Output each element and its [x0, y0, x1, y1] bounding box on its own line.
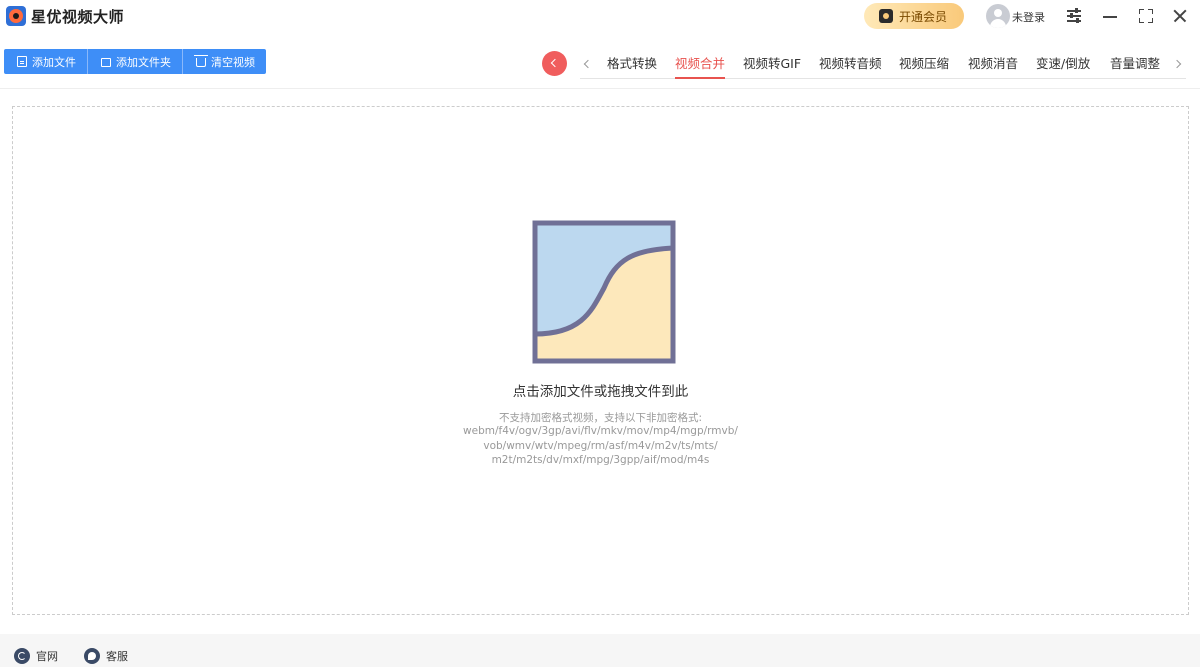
tab-video-compress[interactable]: 视频压缩 — [899, 53, 949, 78]
tabs-scroll-left-icon[interactable] — [580, 56, 594, 72]
tab-video-to-audio[interactable]: 视频转音频 — [819, 53, 882, 78]
format-hint-line: m2t/m2ts/dv/mxf/mpg/3gpp/aif/mod/m4s — [491, 454, 710, 466]
toolbar: 添加文件 添加文件夹 清空视频 — [0, 37, 1200, 89]
add-file-label: 添加文件 — [32, 55, 76, 69]
file-icon — [17, 56, 27, 67]
format-hint-line: webm/f4v/ogv/3gp/avi/flv/mkv/mov/mp4/mgp… — [463, 425, 738, 437]
file-drop-area[interactable]: 点击添加文件或拖拽文件到此 不支持加密格式视频，支持以下非加密格式: webm/… — [12, 106, 1189, 615]
clear-videos-button[interactable]: 清空视频 — [182, 49, 266, 74]
tab-video-to-gif[interactable]: 视频转GIF — [743, 53, 801, 78]
close-icon[interactable] — [1168, 4, 1192, 28]
tab-format-convert[interactable]: 格式转换 — [607, 53, 657, 78]
official-site-label: 官网 — [36, 650, 58, 663]
fullscreen-icon[interactable] — [1134, 4, 1158, 28]
login-status[interactable]: 未登录 — [1012, 9, 1045, 25]
chat-icon — [84, 648, 100, 664]
format-hint-line: 不支持加密格式视频，支持以下非加密格式: — [498, 412, 703, 424]
minimize-icon[interactable] — [1098, 4, 1122, 28]
file-placeholder-illustration-icon — [532, 220, 676, 364]
tab-video-merge[interactable]: 视频合并 — [675, 53, 726, 79]
tab-volume-adjust[interactable]: 音量调整 — [1110, 53, 1160, 78]
title-bar: 星优视频大师 开通会员 未登录 — [0, 0, 1200, 36]
add-file-button[interactable]: 添加文件 — [4, 49, 87, 74]
format-hint-line: vob/wmv/wtv/mpeg/rm/asf/m4v/m2v/ts/mts/ — [483, 440, 718, 452]
vip-crown-icon — [879, 9, 893, 23]
clear-videos-label: 清空视频 — [211, 55, 255, 69]
trash-icon — [194, 55, 208, 67]
folder-icon — [101, 57, 111, 67]
add-folder-label: 添加文件夹 — [116, 55, 171, 69]
vip-button-label: 开通会员 — [899, 10, 948, 24]
official-site-link[interactable]: 官网 — [14, 648, 58, 664]
footer-bar: 官网 客服 — [0, 634, 1200, 667]
customer-service-link[interactable]: 客服 — [84, 648, 128, 664]
user-avatar[interactable] — [986, 4, 1010, 28]
browser-icon — [14, 648, 30, 664]
app-title: 星优视频大师 — [31, 8, 125, 26]
back-button[interactable] — [542, 51, 567, 76]
app-logo-icon — [6, 6, 26, 26]
add-folder-button[interactable]: 添加文件夹 — [87, 49, 182, 74]
tab-video-mute[interactable]: 视频消音 — [968, 53, 1018, 78]
file-button-group: 添加文件 添加文件夹 清空视频 — [4, 49, 266, 74]
settings-sliders-icon[interactable] — [1062, 4, 1086, 28]
tab-speed-reverse[interactable]: 变速/倒放 — [1036, 53, 1090, 78]
drop-area-title: 点击添加文件或拖拽文件到此 — [512, 384, 689, 400]
vip-button[interactable]: 开通会员 — [864, 3, 964, 29]
tabs-divider — [580, 78, 1186, 79]
customer-service-label: 客服 — [106, 650, 128, 663]
tabs-scroll-right-icon[interactable] — [1172, 56, 1186, 72]
